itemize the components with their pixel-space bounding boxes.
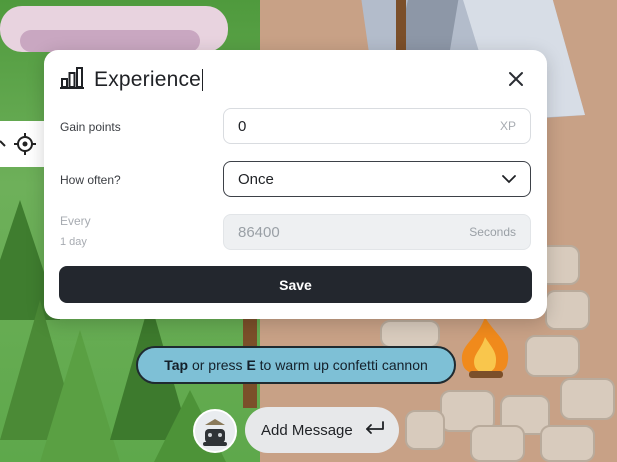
how-often-select[interactable]: Once <box>223 161 531 197</box>
interaction-prompt[interactable]: Tap or press E to warm up confetti canno… <box>136 346 456 384</box>
save-button[interactable]: Save <box>59 266 532 303</box>
prompt-or-press: or press <box>188 357 247 373</box>
gain-points-value: 0 <box>238 117 247 135</box>
avatar[interactable] <box>193 409 237 453</box>
target-icon[interactable] <box>14 133 36 155</box>
how-often-value: Once <box>238 170 274 188</box>
gain-points-input[interactable]: 0 XP <box>223 108 531 144</box>
interval-value: 86400 <box>238 223 280 241</box>
stone <box>525 335 580 377</box>
chevron-icon[interactable] <box>0 137 8 151</box>
prompt-tap: Tap <box>164 357 189 373</box>
campfire <box>461 317 509 378</box>
modal-title[interactable]: Experience <box>94 68 201 92</box>
every-label: Every <box>60 214 91 228</box>
modal-header: Experience <box>60 66 531 94</box>
stone <box>545 290 590 330</box>
stone <box>470 425 525 462</box>
stone <box>540 425 595 462</box>
text-caret <box>202 69 204 91</box>
tree <box>40 330 120 462</box>
return-icon <box>353 420 385 440</box>
chevron-down-icon <box>502 171 516 188</box>
prompt-action: to warm up confetti cannon <box>255 357 428 373</box>
every-sublabel: 1 day <box>60 236 87 248</box>
seconds-suffix: Seconds <box>469 225 516 239</box>
gain-points-label: Gain points <box>60 120 121 134</box>
add-message-label: Add Message <box>261 421 353 439</box>
how-often-label: How often? <box>60 173 121 187</box>
prompt-key: E <box>246 357 256 373</box>
close-button[interactable] <box>503 66 529 92</box>
stone <box>380 320 440 348</box>
close-icon <box>509 72 523 86</box>
add-message-button[interactable]: Add Message <box>245 407 399 453</box>
xp-suffix: XP <box>499 119 516 133</box>
stone <box>560 378 615 420</box>
stone <box>405 410 445 450</box>
interval-input: 86400 Seconds <box>223 214 531 250</box>
bar-chart-icon <box>60 66 84 94</box>
cloud-shadow <box>20 30 200 52</box>
experience-modal: Experience Gain points 0 XP How often? O… <box>44 50 547 319</box>
